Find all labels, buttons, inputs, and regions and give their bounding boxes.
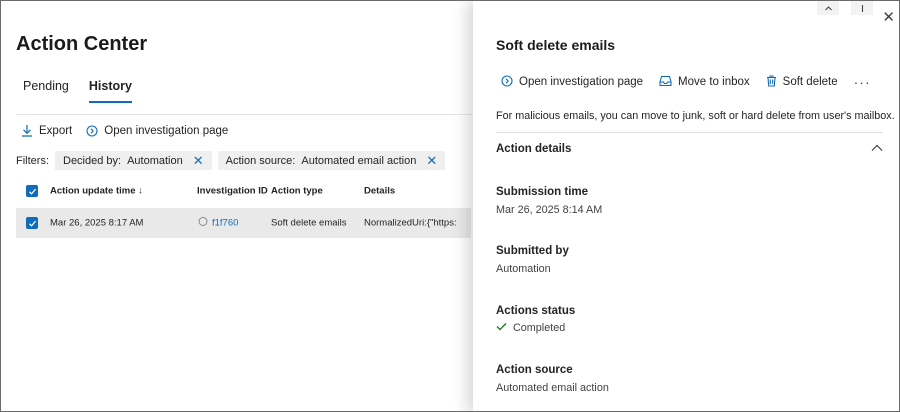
close-icon[interactable]: ✕ [193,154,204,167]
export-label: Export [39,124,73,137]
tab-pending[interactable]: Pending [23,79,69,103]
chevron-up-icon [871,143,883,155]
table-row[interactable]: Mar 26, 2025 8:17 AM f1f760 Soft delete … [16,208,471,238]
tabs-divider [16,114,471,115]
close-panel-icon[interactable]: ✕ [882,10,895,25]
select-all-checkbox-icon[interactable] [26,185,38,197]
export-button[interactable]: Export [21,124,72,137]
status-text: Completed [513,322,566,334]
row-investigation: f1f760 [198,217,238,230]
chip-key: Action source: [225,154,296,167]
column-header-investigation-id[interactable]: Investigation ID [197,186,268,197]
row-details: NormalizedUri:{"https: [364,217,457,229]
open-investigation-label: Open investigation page [519,76,644,88]
actions-status-label: Actions status [496,305,576,317]
filters-label: Filters: [16,154,49,167]
submission-time-value: Mar 26, 2025 8:14 AM [496,204,603,216]
submission-time-label: Submission time [496,186,589,198]
investigation-link[interactable]: f1f760 [212,218,238,229]
chip-value: Automation [127,154,183,167]
inbox-icon [659,75,672,90]
open-investigation-button[interactable]: Open investigation page [86,125,228,137]
chip-key: Decided by: [63,154,122,167]
column-header-action-type[interactable]: Action type [271,186,323,197]
open-investigation-panel-button[interactable]: Open investigation page [501,74,644,90]
column-header-details[interactable]: Details [364,186,395,197]
row-checkbox-icon[interactable] [26,217,38,229]
row-time: Mar 26, 2025 8:17 AM [50,217,144,229]
more-actions-button[interactable]: ··· [854,74,871,90]
actions-status-value: Completed [496,322,565,334]
circle-status-icon [198,217,208,230]
submitted-by-value: Automation [496,263,551,275]
section-title: Action details [496,143,572,155]
previous-item-icon[interactable] [817,1,839,15]
soft-delete-button[interactable]: Soft delete [766,74,838,90]
tab-history[interactable]: History [88,79,132,103]
column-header-time[interactable]: Action update time ↓ [50,186,143,197]
panel-divider [496,132,883,133]
detail-panel: ✕ Soft delete emails Open investigation … [473,1,899,411]
open-investigation-label: Open investigation page [104,124,229,137]
action-details-section-header[interactable]: Action details [496,143,883,155]
submitted-by-label: Submitted by [496,245,569,257]
open-investigation-icon [501,74,513,90]
close-icon[interactable]: ✕ [426,154,437,167]
open-investigation-icon [86,124,98,137]
download-icon [21,124,33,137]
table-header: Action update time ↓ Investigation ID Ac… [16,180,471,202]
filter-chip-decided-by[interactable]: Decided by: Automation ✕ [55,151,212,170]
panel-nav-buttons [817,1,873,15]
chip-value: Automated email action [301,154,417,167]
page-title: Action Center [16,33,148,55]
soft-delete-label: Soft delete [782,76,838,88]
move-to-inbox-button[interactable]: Move to inbox [659,75,750,90]
trash-icon [766,74,777,90]
move-to-inbox-label: Move to inbox [678,76,750,88]
checkmark-icon [496,322,507,334]
next-item-icon[interactable] [851,1,873,15]
panel-title: Soft delete emails [496,37,616,53]
panel-action-bar: Open investigation page Move to inbox So… [501,74,871,90]
action-source-label: Action source [496,364,573,376]
action-source-value: Automated email action [496,382,609,394]
panel-description: For malicious emails, you can move to ju… [496,110,895,122]
toolbar: Export Open investigation page [21,124,228,137]
tab-bar: Pending History [23,79,132,103]
app-window: Action Center Pending History Export Ope… [0,0,900,412]
filters-bar: Filters: Decided by: Automation ✕ Action… [16,151,446,170]
row-action-type: Soft delete emails [271,217,347,229]
action-center-page: Action Center Pending History Export Ope… [1,1,471,411]
filter-chip-action-source[interactable]: Action source: Automated email action ✕ [217,151,446,170]
